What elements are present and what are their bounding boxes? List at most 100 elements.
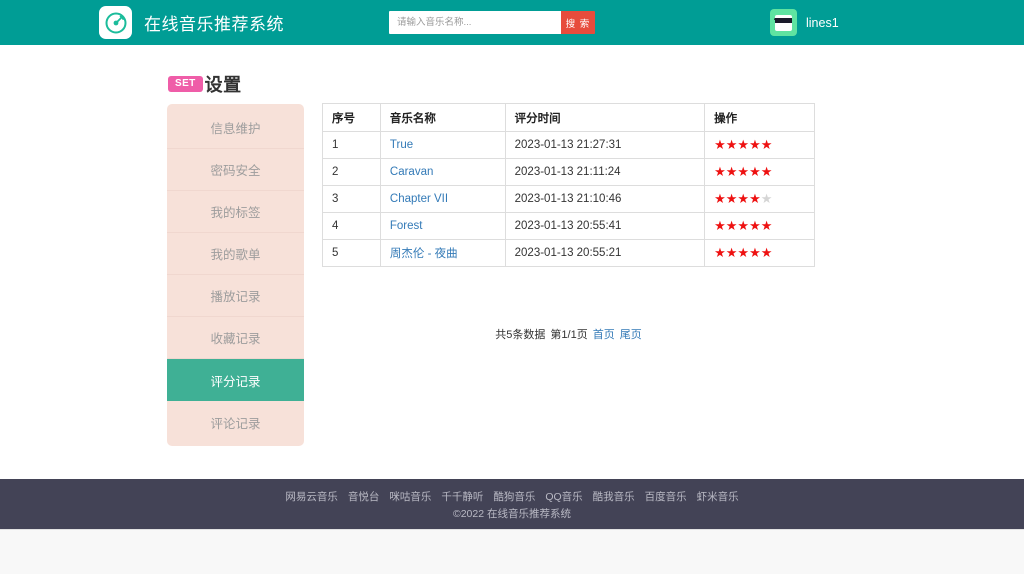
cell-rating-time: 2023-01-13 20:55:21 [504, 239, 706, 267]
star-icon[interactable]: ★ [761, 245, 773, 260]
cell-music-name: Caravan [379, 158, 506, 186]
star-icon[interactable]: ★ [714, 191, 726, 206]
sidebar-item-label: 我的歌单 [210, 248, 261, 262]
star-icon[interactable]: ★ [726, 137, 738, 152]
sidebar-item-label: 评论记录 [210, 416, 261, 431]
music-name-link[interactable]: True [390, 139, 413, 151]
star-icon[interactable]: ★ [749, 164, 761, 179]
sunglasses-avatar-icon [774, 15, 792, 31]
sidebar-item-4[interactable]: 播放记录 [167, 275, 304, 317]
music-name-link[interactable]: Forest [390, 220, 423, 232]
sidebar-item-7[interactable]: 评论记录 [167, 401, 304, 443]
table-row: 4 Forest 2023-01-13 20:55:41 ★★★★★ [322, 212, 815, 240]
star-rating[interactable]: ★★★★★ [714, 245, 772, 260]
sidebar-item-6[interactable]: 评分记录 [167, 359, 304, 401]
pagination-last-page[interactable]: 尾页 [620, 329, 642, 341]
pagination: 共5条数据 第1/1页 首页 尾页 [322, 326, 815, 342]
star-icon[interactable]: ★ [761, 191, 773, 206]
cell-index: 3 [322, 185, 381, 213]
table-body: 1 True 2023-01-13 21:27:31 ★★★★★ 2 Caravan 202… [322, 131, 815, 267]
star-icon[interactable]: ★ [761, 137, 773, 152]
sidebar-item-3[interactable]: 我的歌单 [167, 233, 304, 275]
user-area[interactable]: lines1 [770, 9, 839, 36]
sidebar-item-1[interactable]: 密码安全 [167, 149, 304, 191]
cell-rating-stars: ★★★★★ [704, 158, 815, 186]
footer-link[interactable]: 网易云音乐 [285, 491, 338, 503]
footer-link[interactable]: 百度音乐 [645, 491, 687, 503]
star-icon[interactable]: ★ [737, 218, 749, 233]
footer-link[interactable]: 酷狗音乐 [493, 491, 535, 503]
search-button[interactable]: 搜 索 [561, 11, 595, 34]
star-icon[interactable]: ★ [737, 191, 749, 206]
brand[interactable]: 在线音乐推荐系统 [99, 6, 284, 39]
footer-link[interactable]: 虾米音乐 [697, 491, 739, 503]
footer-links: 网易云音乐 音悦台 咪咕音乐 千千静听 酷狗音乐 QQ音乐 酷我音乐 百度音乐 虾米音乐 [0, 489, 1024, 505]
star-icon[interactable]: ★ [761, 164, 773, 179]
footer-link[interactable]: 咪咕音乐 [389, 491, 431, 503]
music-name-link[interactable]: Caravan [390, 166, 433, 178]
cell-index: 5 [322, 239, 381, 267]
username-label: lines1 [806, 15, 839, 30]
cell-rating-stars: ★★★★★ [704, 185, 815, 213]
footer-link[interactable]: 千千静听 [441, 491, 483, 503]
settings-badge: SET [168, 76, 203, 92]
star-icon[interactable]: ★ [726, 191, 738, 206]
pagination-first-page[interactable]: 首页 [593, 329, 615, 341]
footer-link[interactable]: 音悦台 [348, 491, 380, 503]
cell-index: 1 [322, 131, 381, 159]
app-root: 在线音乐推荐系统 搜 索 lines1 SET 设置 信息维护密码安全我的标签我… [0, 0, 1024, 574]
cell-rating-stars: ★★★★★ [704, 212, 815, 240]
pagination-page: 第1/1页 [550, 329, 588, 341]
table-row: 1 True 2023-01-13 21:27:31 ★★★★★ [322, 131, 815, 159]
site-footer: 网易云音乐 音悦台 咪咕音乐 千千静听 酷狗音乐 QQ音乐 酷我音乐 百度音乐 虾米音乐 ©20… [0, 479, 1024, 529]
star-rating[interactable]: ★★★★★ [714, 137, 772, 152]
footer-link[interactable]: 酷我音乐 [593, 491, 635, 503]
star-icon[interactable]: ★ [749, 218, 761, 233]
music-name-link[interactable]: Chapter VII [390, 193, 448, 205]
brand-title: 在线音乐推荐系统 [144, 15, 284, 34]
star-icon[interactable]: ★ [737, 164, 749, 179]
cell-rating-stars: ★★★★★ [704, 131, 815, 159]
page-title-text: 设置 [204, 75, 242, 95]
page-title: SET 设置 [168, 71, 242, 97]
star-icon[interactable]: ★ [749, 191, 761, 206]
footer-link[interactable]: QQ音乐 [545, 491, 582, 503]
star-icon[interactable]: ★ [737, 245, 749, 260]
star-icon[interactable]: ★ [714, 218, 726, 233]
music-disc-icon [105, 12, 126, 33]
music-name-link[interactable]: 周杰伦 - 夜曲 [390, 248, 458, 260]
sidebar-item-2[interactable]: 我的标签 [167, 191, 304, 233]
sidebar-item-5[interactable]: 收藏记录 [167, 317, 304, 359]
cell-rating-time: 2023-01-13 20:55:41 [504, 212, 706, 240]
star-icon[interactable]: ★ [714, 164, 726, 179]
sidebar-item-label: 收藏记录 [210, 332, 261, 346]
search-input[interactable] [389, 11, 561, 34]
star-icon[interactable]: ★ [726, 218, 738, 233]
col-header-time: 评分时间 [504, 103, 706, 132]
avatar[interactable] [770, 9, 797, 36]
cell-rating-time: 2023-01-13 21:27:31 [504, 131, 706, 159]
settings-sidebar: 信息维护 密码安全我的标签我的歌单播放记录收藏记录评分记录评论记录 [167, 104, 304, 446]
star-icon[interactable]: ★ [714, 137, 726, 152]
cell-index: 2 [322, 158, 381, 186]
footer-copyright: ©2022 在线音乐推荐系统 [452, 508, 571, 520]
star-icon[interactable]: ★ [749, 245, 761, 260]
cell-music-name: Chapter VII [379, 185, 506, 213]
sidebar-item-0[interactable]: 信息维护 [167, 107, 304, 149]
star-icon[interactable]: ★ [761, 218, 773, 233]
star-icon[interactable]: ★ [749, 137, 761, 152]
cell-index: 4 [322, 212, 381, 240]
star-rating[interactable]: ★★★★★ [714, 191, 772, 206]
star-icon[interactable]: ★ [714, 245, 726, 260]
cell-music-name: 周杰伦 - 夜曲 [379, 239, 506, 267]
star-rating[interactable]: ★★★★★ [714, 218, 772, 233]
top-header: 在线音乐推荐系统 搜 索 lines1 [0, 0, 1024, 45]
cell-music-name: True [379, 131, 506, 159]
star-rating[interactable]: ★★★★★ [714, 164, 772, 179]
star-icon[interactable]: ★ [726, 164, 738, 179]
table-head: 序号 音乐名称 评分时间 操作 [322, 103, 815, 132]
star-icon[interactable]: ★ [726, 245, 738, 260]
star-icon[interactable]: ★ [737, 137, 749, 152]
sidebar-item-label: 我的标签 [210, 206, 261, 220]
app-logo [99, 6, 132, 39]
